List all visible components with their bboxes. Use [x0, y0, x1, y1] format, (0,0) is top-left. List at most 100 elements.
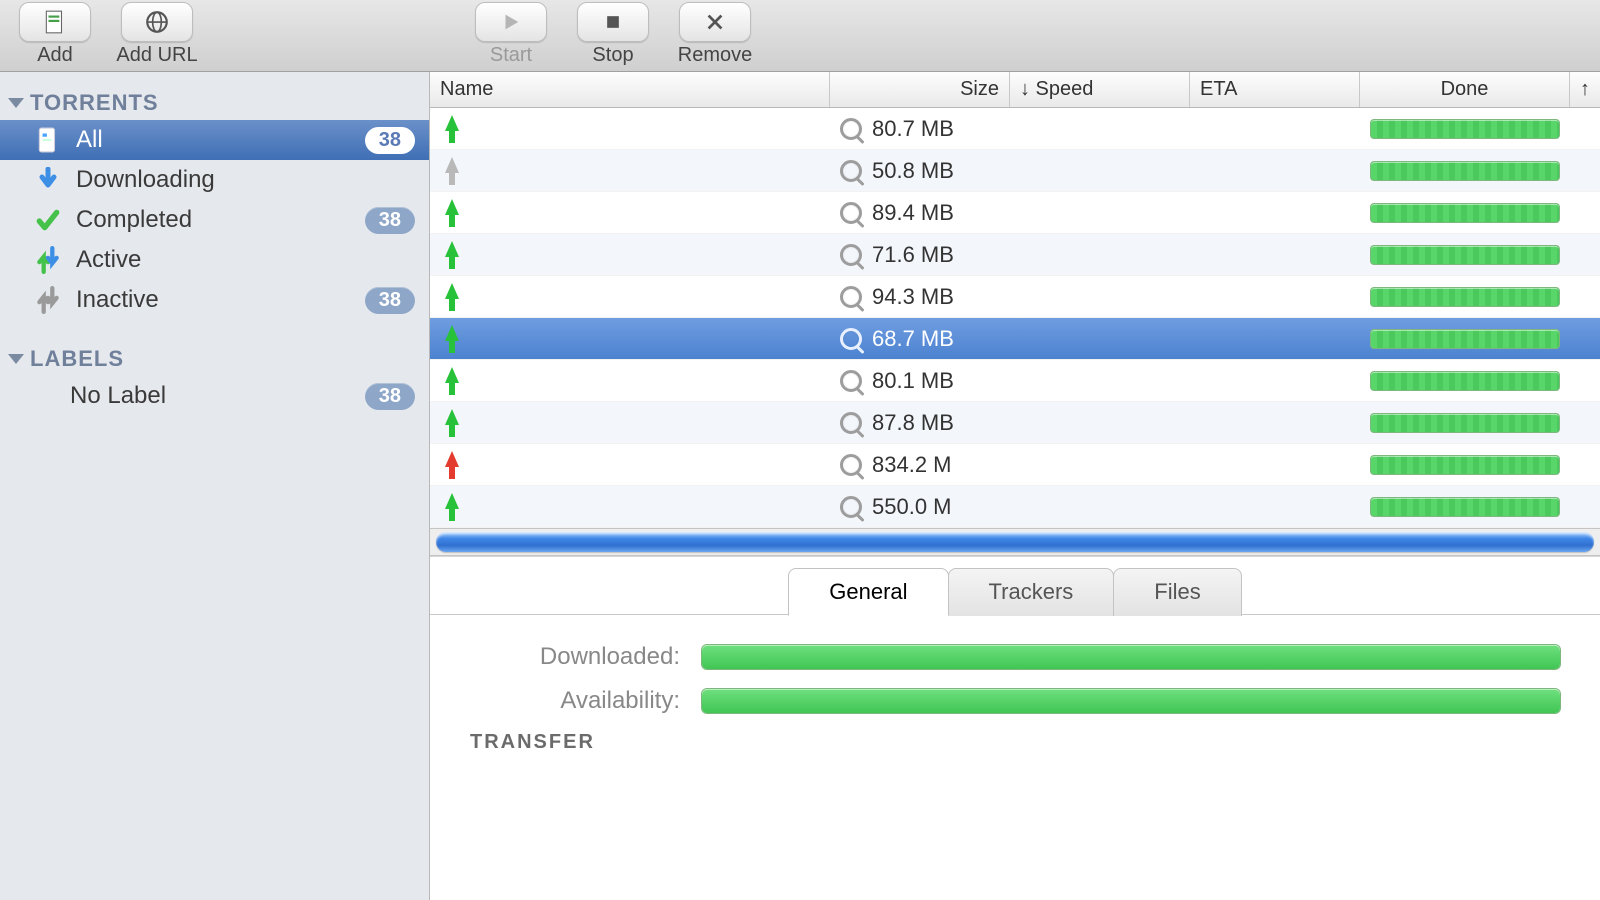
cell-eta — [1190, 276, 1360, 317]
status-arrow-icon — [440, 283, 464, 311]
sidebar-item-all[interactable]: All 38 — [0, 120, 429, 160]
column-eta[interactable]: ETA — [1190, 72, 1360, 107]
cell-size: 550.0 M — [830, 486, 1010, 527]
cell-speed — [1010, 402, 1190, 443]
magnify-icon[interactable] — [840, 496, 862, 518]
cell-done — [1360, 402, 1570, 443]
magnify-icon[interactable] — [840, 160, 862, 182]
scrollbar-thumb[interactable] — [436, 532, 1594, 552]
remove-icon — [679, 2, 751, 42]
cell-name — [430, 150, 830, 191]
cell-speed — [1010, 444, 1190, 485]
size-value: 71.6 MB — [872, 242, 954, 268]
cell-done — [1360, 234, 1570, 275]
cell-upspeed — [1570, 360, 1600, 401]
tab-trackers[interactable]: Trackers — [948, 568, 1115, 616]
add-label: Add — [37, 44, 73, 67]
column-done[interactable]: Done — [1360, 72, 1570, 107]
sidebar-item-completed[interactable]: Completed 38 — [0, 200, 429, 240]
column-down-speed[interactable]: ↓ Speed — [1010, 72, 1190, 107]
cell-upspeed — [1570, 486, 1600, 527]
progress-bar — [1370, 371, 1560, 391]
table-row[interactable]: 87.8 MB — [430, 402, 1600, 444]
cell-name — [430, 234, 830, 275]
table-row[interactable]: 50.8 MB — [430, 150, 1600, 192]
size-value: 834.2 M — [872, 452, 952, 478]
column-up-speed[interactable]: ↑ — [1570, 72, 1600, 107]
sidebar-item-active[interactable]: Active — [0, 240, 429, 280]
cell-name — [430, 402, 830, 443]
cell-upspeed — [1570, 192, 1600, 233]
availability-bar — [702, 689, 1560, 713]
size-value: 80.1 MB — [872, 368, 954, 394]
cell-speed — [1010, 192, 1190, 233]
add-url-button[interactable]: Add URL — [112, 2, 202, 67]
magnify-icon[interactable] — [840, 370, 862, 392]
horizontal-scrollbar[interactable] — [430, 528, 1600, 556]
size-value: 50.8 MB — [872, 158, 954, 184]
progress-bar — [1370, 455, 1560, 475]
table-row[interactable]: 94.3 MB — [430, 276, 1600, 318]
table-row[interactable]: 80.1 MB — [430, 360, 1600, 402]
status-arrow-icon — [440, 451, 464, 479]
checkmark-icon — [34, 206, 62, 234]
table-row[interactable]: 550.0 M — [430, 486, 1600, 528]
size-value: 89.4 MB — [872, 200, 954, 226]
sidebar-item-label: All — [76, 126, 103, 154]
add-button[interactable]: Add — [10, 2, 100, 67]
count-badge: 38 — [365, 127, 415, 154]
torrents-header-label: TORRENTS — [30, 90, 159, 116]
cell-name — [430, 360, 830, 401]
size-value: 68.7 MB — [872, 326, 954, 352]
cell-eta — [1190, 108, 1360, 149]
cell-size: 80.1 MB — [830, 360, 1010, 401]
table-row[interactable]: 834.2 M — [430, 444, 1600, 486]
downloaded-bar — [702, 645, 1560, 669]
magnify-icon[interactable] — [840, 454, 862, 476]
sidebar-item-nolabel[interactable]: No Label 38 — [0, 376, 429, 416]
column-name[interactable]: Name — [430, 72, 830, 107]
cell-size: 71.6 MB — [830, 234, 1010, 275]
detail-tabs: General Trackers Files — [430, 567, 1600, 615]
magnify-icon[interactable] — [840, 244, 862, 266]
magnify-icon[interactable] — [840, 328, 862, 350]
cell-speed — [1010, 486, 1190, 527]
tab-files[interactable]: Files — [1113, 568, 1241, 616]
play-icon — [475, 2, 547, 42]
cell-eta — [1190, 318, 1360, 359]
stop-button[interactable]: Stop — [568, 2, 658, 67]
cell-done — [1360, 192, 1570, 233]
status-arrow-icon — [440, 325, 464, 353]
magnify-icon[interactable] — [840, 202, 862, 224]
sidebar-item-label: Active — [76, 246, 141, 274]
sidebar-item-inactive[interactable]: Inactive 38 — [0, 280, 429, 320]
magnify-icon[interactable] — [840, 412, 862, 434]
cell-upspeed — [1570, 402, 1600, 443]
cell-upspeed — [1570, 234, 1600, 275]
cell-size: 89.4 MB — [830, 192, 1010, 233]
toolbar: Add Add URL Start Stop Remove — [0, 0, 1600, 72]
downloaded-label: Downloaded: — [470, 643, 680, 671]
column-size[interactable]: Size — [830, 72, 1010, 107]
start-button[interactable]: Start — [466, 2, 556, 67]
count-badge: 38 — [365, 383, 415, 410]
sidebar-section-torrents[interactable]: TORRENTS — [0, 82, 429, 120]
tab-general[interactable]: General — [788, 568, 948, 616]
table-row[interactable]: 68.7 MB — [430, 318, 1600, 360]
labels-header-label: LABELS — [30, 346, 124, 372]
magnify-icon[interactable] — [840, 286, 862, 308]
remove-button[interactable]: Remove — [670, 2, 760, 67]
size-value: 550.0 M — [872, 494, 952, 520]
progress-bar — [1370, 413, 1560, 433]
sidebar-item-downloading[interactable]: Downloading — [0, 160, 429, 200]
progress-bar — [1370, 497, 1560, 517]
table-row[interactable]: 89.4 MB — [430, 192, 1600, 234]
cell-size: 87.8 MB — [830, 402, 1010, 443]
count-badge: 38 — [365, 207, 415, 234]
progress-bar — [1370, 329, 1560, 349]
table-row[interactable]: 80.7 MB — [430, 108, 1600, 150]
cell-speed — [1010, 108, 1190, 149]
table-row[interactable]: 71.6 MB — [430, 234, 1600, 276]
sidebar-section-labels[interactable]: LABELS — [0, 338, 429, 376]
magnify-icon[interactable] — [840, 118, 862, 140]
